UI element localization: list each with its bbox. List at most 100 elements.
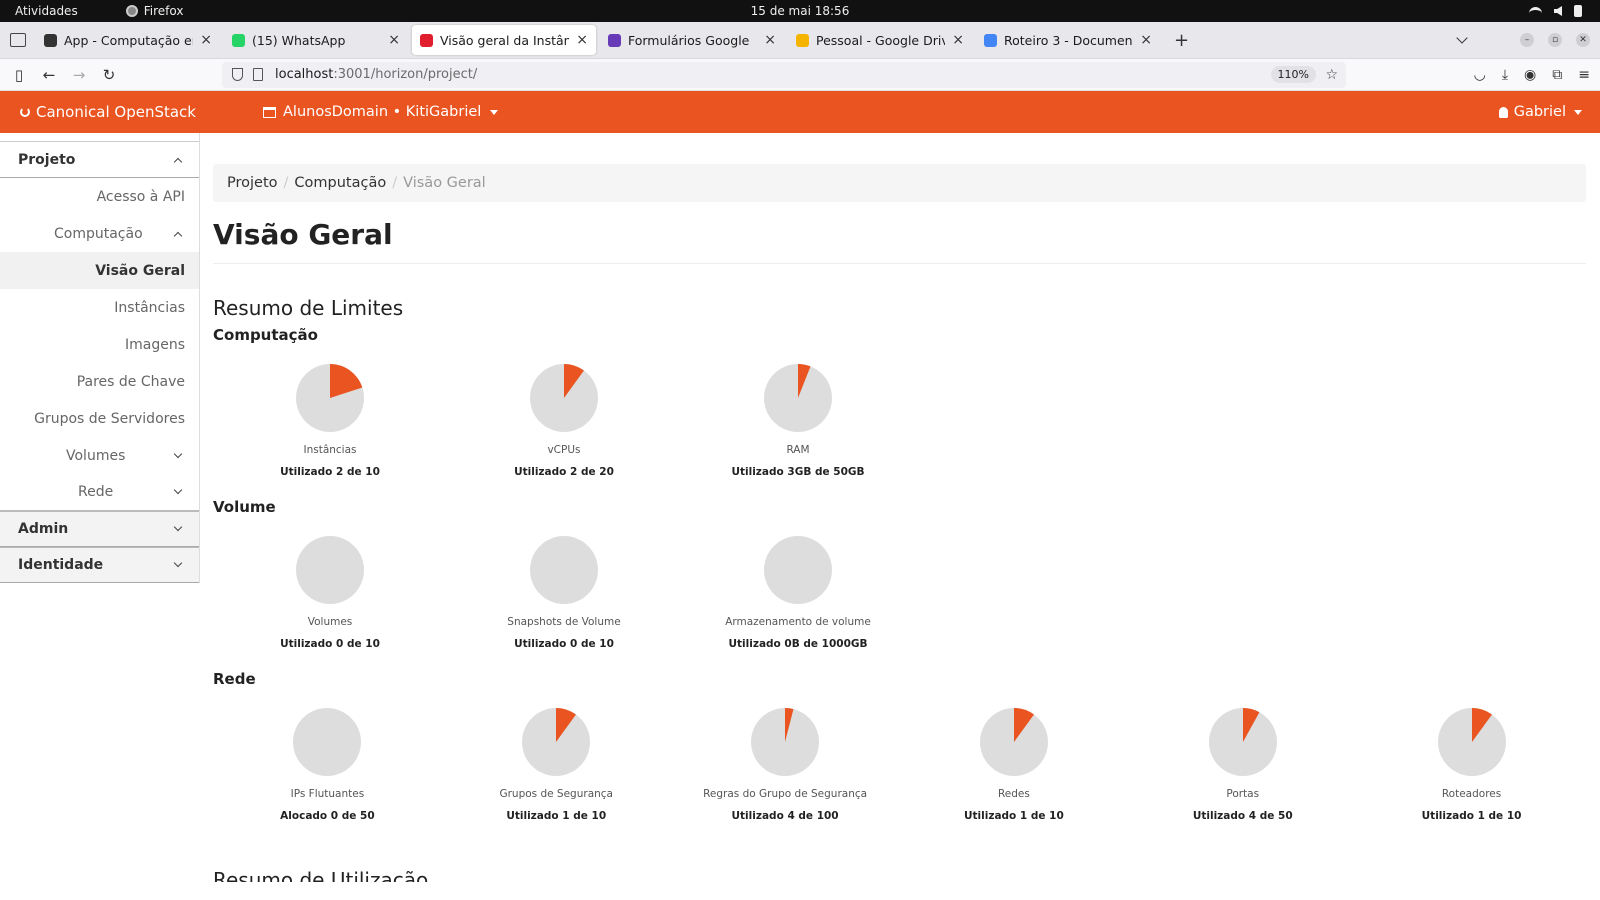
menu-icon[interactable]: ≡: [1578, 67, 1590, 83]
pie-free-slice: [530, 536, 598, 604]
url-host: localhost: [275, 67, 334, 82]
pie-usage-text: Utilizado 1 de 10: [964, 810, 1064, 822]
close-tab-icon[interactable]: ×: [576, 32, 588, 48]
sidebar: Projeto Acesso à API Computação Visão Ge…: [0, 133, 200, 583]
sidebar-section-identidade[interactable]: Identidade: [0, 547, 199, 583]
quota-pie-chart: IPs Flutuantes Alocado 0 de 50: [213, 708, 442, 822]
tab-title: Roteiro 3 - Documentos G: [1004, 32, 1133, 48]
sidebar-item-acesso-api[interactable]: Acesso à API: [0, 178, 199, 215]
wifi-icon: [1529, 7, 1542, 15]
pie-usage-text: Alocado 0 de 50: [280, 810, 375, 822]
sidebar-item-instancias[interactable]: Instâncias: [0, 289, 199, 326]
chevron-up-icon: [173, 157, 183, 166]
sidebar-item-label: Imagens: [124, 336, 185, 353]
pie-usage-text: Utilizado 1 de 10: [1421, 810, 1522, 822]
url-path: :3001/horizon/project/: [333, 67, 478, 82]
sidebar-group-label: Rede: [78, 484, 114, 500]
forward-icon[interactable]: →: [64, 66, 94, 84]
breadcrumb-item-projeto[interactable]: Projeto: [227, 175, 278, 191]
battery-icon: [1574, 5, 1582, 17]
browser-tab[interactable]: Roteiro 3 - Documentos G ×: [976, 25, 1160, 55]
sidebar-group-label: Computação: [54, 225, 143, 242]
browser-tab[interactable]: App - Computação em Nu ×: [36, 25, 220, 55]
openstack-header: Canonical OpenStack AlunosDomain • KitiG…: [0, 91, 1600, 133]
project-selector[interactable]: AlunosDomain • KitiGabriel: [263, 104, 499, 120]
pie-label: Instâncias: [303, 444, 357, 456]
sidebar-group-volumes[interactable]: Volumes: [0, 437, 199, 474]
system-top-bar: Atividades Firefox 15 de mai 18:56: [0, 0, 1600, 22]
pie-usage-text: Utilizado 3GB de 50GB: [731, 466, 865, 478]
new-tab-icon[interactable]: +: [1174, 30, 1189, 51]
browser-tab[interactable]: Formulários Google ×: [600, 25, 784, 55]
pocket-icon[interactable]: ◡: [1474, 67, 1486, 83]
minimize-icon[interactable]: –: [1520, 33, 1534, 47]
bookmark-star-icon[interactable]: ☆: [1325, 67, 1338, 83]
reload-icon[interactable]: ↻: [94, 66, 124, 84]
quota-pie-chart: Armazenamento de volume Utilizado 0B de 1…: [681, 536, 915, 650]
sidebar-section-admin[interactable]: Admin: [0, 511, 199, 547]
sidebar-group-label: Volumes: [66, 447, 126, 464]
activities-button[interactable]: Atividades: [15, 4, 78, 18]
tab-title: App - Computação em Nu: [64, 32, 193, 48]
sidebar-item-label: Visão Geral: [95, 262, 185, 279]
page-info-icon[interactable]: [253, 68, 263, 81]
clock[interactable]: 15 de mai 18:56: [0, 4, 1600, 18]
sidebar-item-label: Instâncias: [114, 299, 185, 316]
extensions-icon[interactable]: ⧉: [1552, 67, 1562, 83]
maximize-icon[interactable]: ▫: [1548, 33, 1562, 47]
pie-label: Snapshots de Volume: [507, 616, 621, 628]
sidebar-group-computacao[interactable]: Computação: [0, 215, 199, 252]
quota-pie-chart: Portas Utilizado 4 de 50: [1128, 708, 1357, 822]
close-window-icon[interactable]: ✕: [1576, 33, 1590, 47]
url-bar[interactable]: localhost:3001/horizon/project/ 110% ☆: [222, 61, 1346, 88]
close-tab-icon[interactable]: ×: [200, 32, 212, 48]
quota-pie-chart: Snapshots de Volume Utilizado 0 de 10: [447, 536, 681, 650]
sidebar-item-pares-de-chave[interactable]: Pares de Chave: [0, 363, 199, 400]
sidebar-toggle-icon[interactable]: ▯: [4, 66, 34, 84]
tab-favicon-icon: [44, 33, 57, 47]
system-tray[interactable]: [1529, 5, 1582, 17]
zoom-level-badge[interactable]: 110%: [1270, 66, 1316, 83]
sidebar-item-visao-geral[interactable]: Visão Geral: [0, 252, 199, 289]
browser-tab[interactable]: (15) WhatsApp ×: [224, 25, 408, 55]
url-text[interactable]: localhost:3001/horizon/project/: [275, 67, 477, 82]
download-icon[interactable]: ⤓: [1502, 67, 1508, 83]
caret-down-icon: [1574, 109, 1582, 115]
limits-summary-title: Resumo de Limites: [213, 296, 404, 320]
user-menu[interactable]: Gabriel: [1498, 104, 1582, 120]
sidebar-divider: [0, 133, 199, 142]
app-menu[interactable]: Firefox: [125, 4, 183, 18]
sidebar-item-imagens[interactable]: Imagens: [0, 326, 199, 363]
window-controls: – ▫ ✕: [1456, 32, 1590, 47]
browser-tab[interactable]: Visão geral da Instância - ×: [412, 25, 596, 55]
close-tab-icon[interactable]: ×: [952, 32, 964, 48]
breadcrumb-item-computacao[interactable]: Computação: [294, 175, 386, 191]
brand-logo[interactable]: Canonical OpenStack: [20, 103, 196, 121]
back-icon[interactable]: ←: [34, 66, 64, 84]
pie-chart-graphic: [522, 708, 591, 776]
firefox-view-icon[interactable]: [10, 33, 26, 47]
tab-favicon-icon: [232, 33, 245, 47]
tab-favicon-icon: [608, 33, 621, 47]
pie-chart-graphic: [751, 708, 820, 776]
shield-icon[interactable]: [232, 68, 243, 81]
tab-title: Pessoal - Google Drive: [816, 32, 946, 48]
browser-tab[interactable]: Pessoal - Google Drive ×: [788, 25, 972, 55]
close-tab-icon[interactable]: ×: [1140, 32, 1152, 48]
close-tab-icon[interactable]: ×: [388, 32, 400, 48]
close-tab-icon[interactable]: ×: [764, 32, 776, 48]
sidebar-section-label: Admin: [18, 521, 69, 537]
sidebar-section-projeto[interactable]: Projeto: [0, 142, 199, 178]
account-icon[interactable]: ◉: [1524, 67, 1536, 83]
breadcrumb-item-current: Visão Geral: [403, 175, 486, 191]
project-name: AlunosDomain • KitiGabriel: [283, 104, 482, 120]
tabs: App - Computação em Nu×(15) WhatsApp×Vis…: [36, 25, 1160, 55]
pie-usage-text: Utilizado 0 de 10: [280, 638, 380, 650]
sidebar-item-grupos-de-servidores[interactable]: Grupos de Servidores: [0, 400, 199, 437]
quota-pie-chart: Regras do Grupo de Segurança Utilizado 4 …: [671, 708, 900, 822]
group-title-volume: Volume: [213, 498, 276, 516]
list-all-tabs-icon[interactable]: [1456, 32, 1468, 44]
pie-label: Regras do Grupo de Segurança: [703, 788, 868, 800]
sidebar-section-label: Projeto: [18, 151, 76, 168]
sidebar-group-rede[interactable]: Rede: [0, 474, 199, 511]
